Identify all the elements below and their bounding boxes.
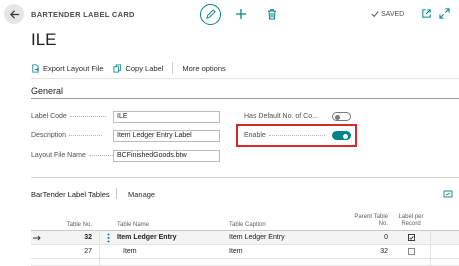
row1-table-caption: Item Ledger Entry (229, 234, 285, 241)
checkbox-unchecked (408, 248, 415, 255)
general-fasttab-title[interactable]: General (31, 86, 63, 96)
layout-file-name-caption: Layout File Name (31, 152, 86, 159)
col-header-label-per-record-line1: Label per (398, 214, 424, 220)
part-expand-button[interactable] (443, 189, 453, 199)
layout-file-name-label: Layout File Name (31, 152, 113, 159)
expand-button[interactable] (439, 8, 450, 19)
manage-button[interactable]: Manage (128, 190, 155, 199)
trash-icon (268, 9, 276, 20)
action-bar: Export Layout File Copy Label More optio… (31, 60, 226, 76)
expand-icon (439, 8, 450, 19)
row2-table-no[interactable]: 27 (56, 245, 92, 259)
checkmark-icon (371, 11, 379, 18)
col-header-parent-table-no-line2: No. (378, 221, 388, 227)
description-field[interactable]: Item Ledger Entry Label (113, 130, 220, 142)
selected-row-indicator (33, 235, 41, 241)
col-header-table-name[interactable]: Table Name (117, 222, 149, 229)
col-header-label-per-record-line2: Record (401, 221, 421, 227)
enable-highlight-box (236, 124, 357, 147)
description-label: Description (31, 132, 103, 139)
save-status-text: SAVED (381, 10, 405, 18)
column-divider (430, 231, 431, 266)
pencil-icon (206, 9, 216, 19)
row1-label-per-record-checkbox[interactable] (408, 234, 415, 241)
card-caption: BARTENDER LABEL CARD (31, 10, 135, 19)
export-file-icon (32, 63, 39, 73)
general-fasttab-divider (31, 98, 459, 99)
has-default-no-of-copies-label: Has Default No. of Co... (244, 113, 318, 120)
row1-parent-table-no[interactable]: 0 (346, 231, 388, 245)
arrow-left-icon (9, 9, 19, 19)
export-layout-file-action[interactable]: Export Layout File (31, 64, 103, 73)
layout-file-name-field[interactable]: BCFinishedGoods.btw (113, 150, 220, 162)
col-header-label-per-record[interactable]: Label per Record (392, 214, 430, 228)
more-options-button[interactable]: More options (182, 64, 225, 73)
col-header-table-caption[interactable]: Table Caption (229, 222, 266, 229)
label-code-field[interactable]: ILE (113, 111, 220, 123)
part-separator (116, 188, 117, 199)
delete-button[interactable] (266, 8, 278, 20)
row2-table-name[interactable]: Item (123, 245, 137, 259)
field-dots (69, 116, 106, 117)
label-code-caption: Label Code (31, 113, 67, 120)
more-vertical-icon (107, 233, 109, 243)
label-code-label: Label Code (31, 113, 106, 120)
row2-parent-table-no[interactable]: 32 (346, 245, 388, 259)
table-row[interactable] (31, 259, 459, 266)
table-row[interactable] (31, 245, 459, 259)
export-layout-file-label: Export Layout File (43, 63, 104, 73)
plus-icon (236, 9, 246, 19)
field-dots (88, 155, 113, 156)
arrow-right-icon (33, 235, 41, 241)
copy-label-action[interactable]: Copy Label (113, 64, 163, 73)
open-new-window-icon (422, 9, 431, 18)
row1-table-no[interactable]: 32 (56, 231, 92, 245)
copy-icon (113, 63, 122, 73)
description-caption: Description (31, 132, 67, 139)
checkbox-checked (408, 234, 415, 241)
row1-table-name[interactable]: Item Ledger Entry (117, 231, 177, 245)
copy-label-label: Copy Label (125, 63, 164, 73)
save-status: SAVED (371, 10, 404, 18)
field-dots (69, 135, 103, 136)
action-separator (172, 62, 174, 74)
checkmark-icon (409, 235, 414, 240)
has-default-no-of-copies-toggle[interactable] (332, 112, 351, 121)
new-button[interactable] (235, 8, 247, 20)
open-in-window-icon (443, 190, 453, 198)
edit-button[interactable] (200, 4, 221, 25)
column-divider (99, 231, 100, 266)
back-button[interactable] (4, 4, 24, 24)
row2-label-per-record-checkbox[interactable] (408, 248, 415, 255)
row-actions-button[interactable] (103, 232, 113, 244)
col-header-parent-table-no-line1: Parent Table (354, 214, 388, 220)
col-header-parent-table-no[interactable]: Parent Table No. (346, 214, 388, 228)
open-in-new-window-button[interactable] (421, 8, 432, 19)
row2-table-caption: Item (229, 248, 243, 255)
col-header-table-no[interactable]: Table No. (56, 222, 92, 229)
part-divider (31, 177, 459, 178)
label-tables-part-title: BarTender Label Tables (31, 190, 110, 199)
page-title: ILE (31, 30, 57, 49)
action-bar-divider (31, 78, 459, 79)
